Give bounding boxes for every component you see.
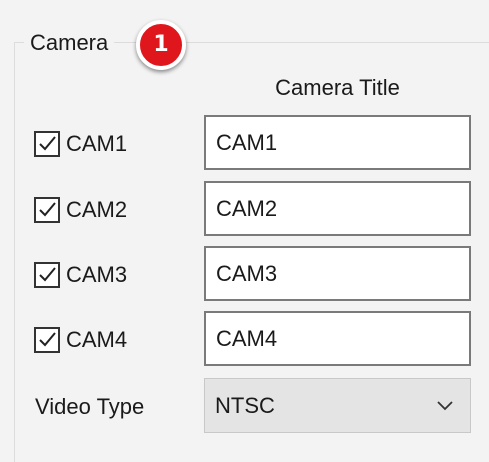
cam3-checkbox-row[interactable]: CAM3: [34, 260, 127, 290]
cam1-checkbox-row[interactable]: CAM1: [34, 129, 127, 159]
cam1-title-input[interactable]: CAM1: [204, 115, 471, 170]
cam4-checkbox-row[interactable]: CAM4: [34, 325, 127, 355]
checkmark-icon: [39, 202, 56, 217]
cam4-checkbox-label: CAM4: [66, 327, 128, 352]
checkmark-icon: [39, 267, 56, 282]
cam3-title-input[interactable]: CAM3: [204, 246, 471, 301]
cam1-checkbox-label: CAM1: [66, 131, 128, 156]
cam3-checkbox-label: CAM3: [66, 262, 128, 287]
cam2-checkbox-label: CAM2: [66, 197, 128, 222]
cam3-checkbox[interactable]: [34, 262, 60, 288]
video-type-label: Video Type: [35, 394, 145, 419]
chevron-down-icon: [437, 401, 453, 411]
video-type-value: NTSC: [215, 393, 275, 418]
cam4-checkbox[interactable]: [34, 327, 60, 353]
video-type-select[interactable]: NTSC: [204, 378, 471, 433]
checkmark-icon: [39, 136, 56, 151]
cam2-title-input[interactable]: CAM2: [204, 181, 471, 236]
cam4-title-input[interactable]: CAM4: [204, 311, 471, 366]
step-badge: 1: [136, 20, 186, 70]
cam2-checkbox[interactable]: [34, 197, 60, 223]
checkmark-icon: [39, 332, 56, 347]
camera-group-title: Camera: [24, 30, 115, 56]
cam2-checkbox-row[interactable]: CAM2: [34, 195, 127, 225]
camera-title-column-header: Camera Title: [275, 75, 400, 100]
cam1-checkbox[interactable]: [34, 131, 60, 157]
